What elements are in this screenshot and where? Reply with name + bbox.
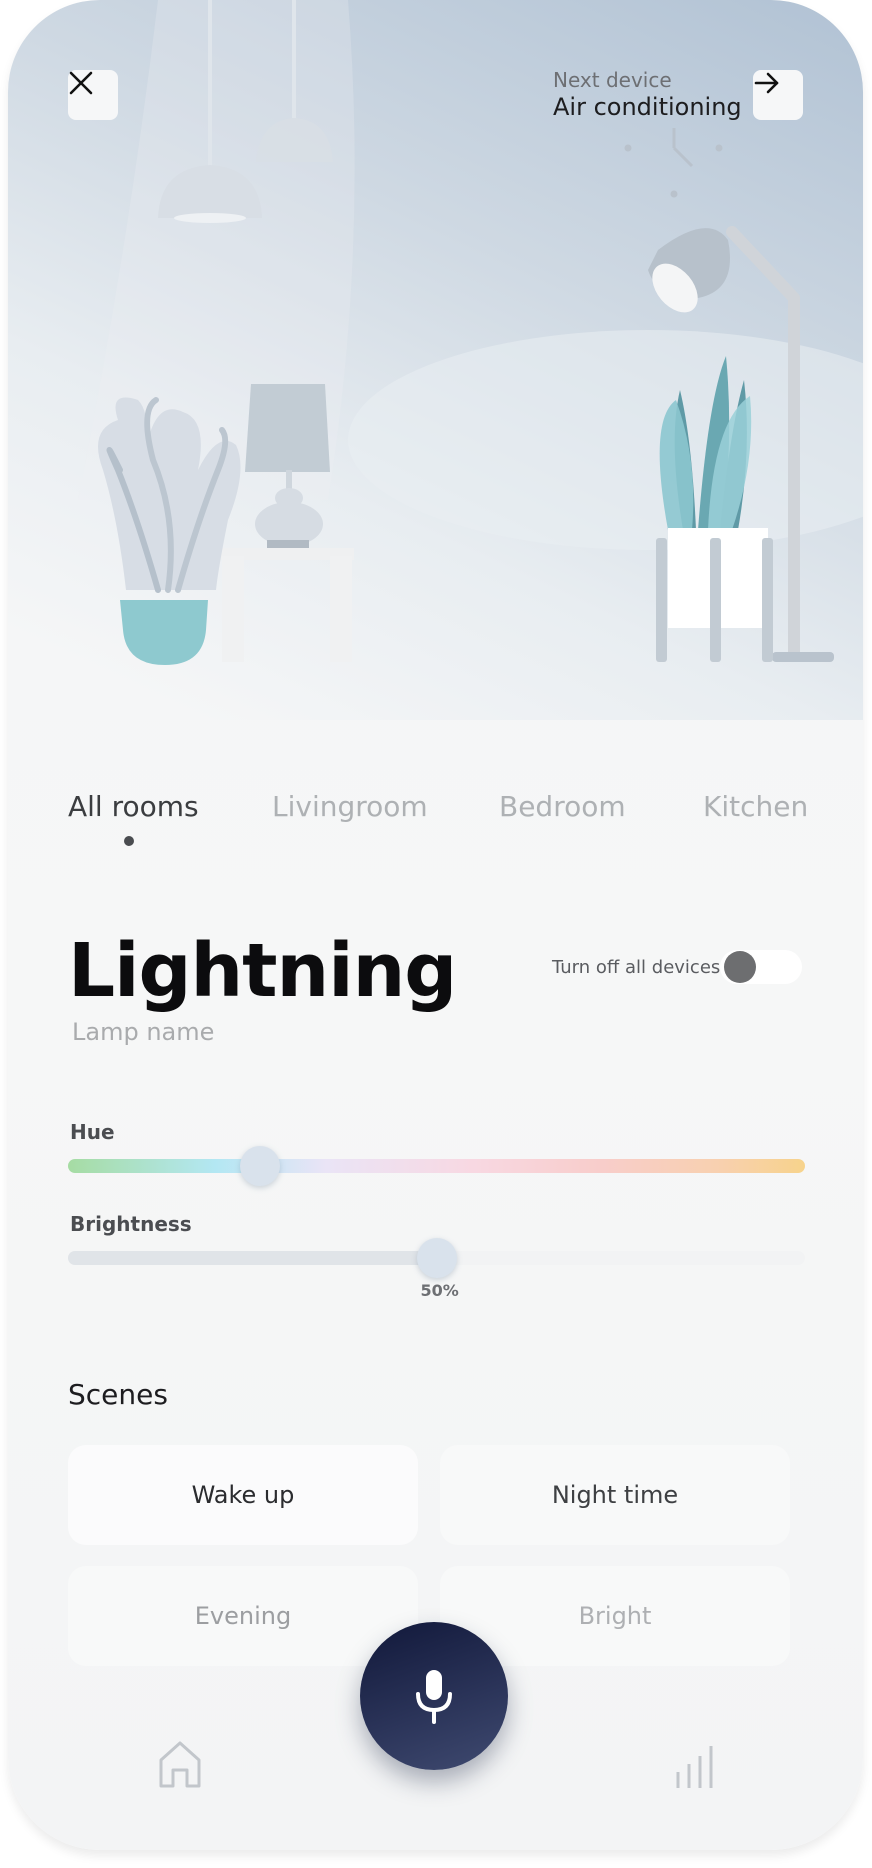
room-illustration: Next device Air conditioning — [8, 0, 863, 720]
next-device-label: Next device — [553, 68, 672, 92]
brightness-value: 50% — [420, 1281, 459, 1300]
active-tab-indicator — [124, 836, 134, 846]
scene-wake-up[interactable]: Wake up — [68, 1445, 418, 1545]
tab-all-rooms[interactable]: All rooms — [68, 790, 199, 823]
brightness-fill — [68, 1251, 437, 1265]
room-tabs: All rooms Livingroom Bedroom Kitchen — [8, 790, 863, 850]
close-button[interactable] — [68, 70, 118, 120]
brightness-slider-handle[interactable] — [416, 1238, 457, 1278]
turn-off-all-label: Turn off all devices — [552, 957, 721, 978]
toggle-knob — [724, 951, 756, 983]
next-device-name: Air conditioning — [553, 93, 742, 121]
tab-livingroom[interactable]: Livingroom — [272, 790, 428, 823]
scene-evening[interactable]: Evening — [68, 1566, 418, 1666]
home-icon — [159, 1741, 201, 1788]
microphone-icon — [416, 1670, 452, 1724]
home-nav-button[interactable] — [158, 1740, 202, 1792]
brightness-label: Brightness — [70, 1212, 192, 1236]
tab-kitchen[interactable]: Kitchen — [703, 790, 808, 823]
bar-chart-icon — [676, 1746, 713, 1788]
hue-slider-handle[interactable] — [239, 1146, 280, 1186]
device-title: Lightning — [68, 928, 457, 1014]
next-device-button[interactable] — [753, 70, 803, 120]
lamp-name-label: Lamp name — [72, 1018, 215, 1046]
stats-nav-button[interactable] — [674, 1742, 716, 1794]
next-device-info[interactable]: Next device Air conditioning — [553, 68, 742, 122]
tab-bedroom[interactable]: Bedroom — [499, 790, 626, 823]
arrow-right-icon — [754, 72, 779, 94]
close-icon — [69, 71, 93, 95]
voice-button[interactable] — [360, 1622, 508, 1770]
scene-night-time[interactable]: Night time — [440, 1445, 790, 1545]
turn-off-all-toggle[interactable] — [720, 950, 802, 984]
scenes-title: Scenes — [68, 1378, 168, 1411]
phone-screen: Next device Air conditioning All rooms L… — [8, 0, 863, 1850]
hue-slider[interactable] — [68, 1159, 805, 1173]
hue-label: Hue — [70, 1120, 115, 1144]
